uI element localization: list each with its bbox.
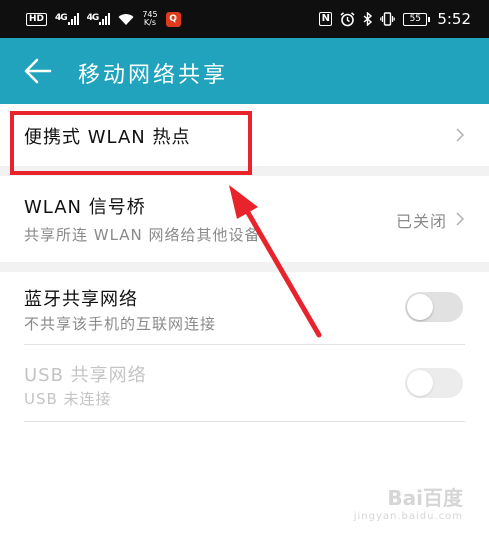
bluetooth-tethering-toggle[interactable]: [405, 292, 463, 322]
network-type-label: 4G: [55, 13, 68, 23]
wlan-bridge-title: WLAN 信号桥: [24, 197, 146, 218]
cell-signal-1: 4G: [55, 13, 79, 25]
alarm-icon: [340, 11, 355, 26]
highlight-box: [10, 111, 252, 175]
battery-icon: 55: [403, 12, 431, 26]
watermark: Bai百度 jingyan.baidu.com: [354, 482, 463, 522]
chevron-right-icon: [456, 212, 465, 226]
bluetooth-tethering-title: 蓝牙共享网络: [24, 289, 138, 310]
bluetooth-tethering-subtitle: 不共享该手机的互联网连接: [24, 315, 217, 333]
signal-bars-icon: [67, 13, 79, 25]
arrow-left-icon: [24, 58, 52, 84]
watermark-logo: Bai百度: [387, 486, 463, 510]
wlan-bridge-subtitle: 共享所连 WLAN 网络给其他设备: [24, 226, 261, 244]
vibrate-icon: [380, 12, 396, 26]
list-item-usb-tethering: USB 共享网络 USB 未连接: [0, 345, 489, 421]
network-speed-unit: K/s: [143, 18, 157, 27]
usb-tethering-title: USB 共享网络: [24, 365, 147, 386]
wlan-bridge-status: 已关闭: [395, 212, 447, 231]
section-divider: [0, 262, 489, 272]
list-item-wlan-bridge[interactable]: WLAN 信号桥 共享所连 WLAN 网络给其他设备 已关闭: [0, 176, 489, 262]
status-bar-right: N 55 5:52: [319, 10, 471, 28]
page-title: 移动网络共享: [78, 63, 229, 88]
signal-bars-icon: [99, 13, 111, 25]
cell-signal-2: 4G: [87, 13, 111, 25]
watermark-url: jingyan.baidu.com: [353, 511, 463, 522]
back-button[interactable]: [24, 58, 52, 84]
status-bar-left: HD 4G 4G 745 K/s Q: [26, 11, 181, 27]
clock: 5:52: [437, 10, 471, 28]
status-bar: HD 4G 4G 745 K/s Q N 55 5:52: [0, 0, 489, 38]
usb-tethering-toggle: [405, 368, 463, 398]
divider: [24, 421, 465, 422]
wifi-icon: [118, 13, 134, 25]
network-speed: 745 K/s: [142, 11, 157, 27]
chevron-right-icon: [456, 128, 465, 142]
list-item-bluetooth-tethering[interactable]: 蓝牙共享网络 不共享该手机的互联网连接: [0, 272, 489, 344]
app-notification-icon: Q: [165, 11, 181, 27]
bluetooth-icon: [363, 12, 373, 26]
usb-tethering-subtitle: USB 未连接: [24, 390, 112, 408]
network-type-label: 4G: [86, 13, 100, 23]
nfc-icon: N: [319, 12, 333, 26]
hd-voice-icon: HD: [26, 12, 48, 26]
app-bar: 移动网络共享: [0, 38, 489, 104]
